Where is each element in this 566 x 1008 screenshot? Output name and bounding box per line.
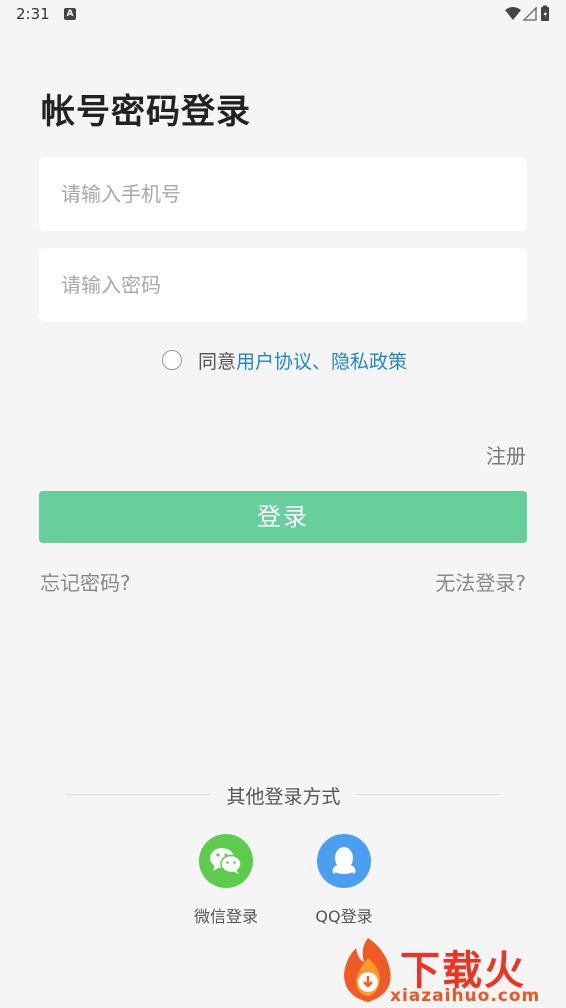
agreement-row: 同意 用户协议 、 隐私政策: [162, 347, 407, 373]
user-agreement-link[interactable]: 用户协议: [236, 347, 312, 374]
status-time: 2:31: [16, 5, 50, 23]
qq-login-label: QQ登录: [315, 907, 373, 926]
phone-input[interactable]: [39, 157, 527, 231]
phone-field[interactable]: [39, 157, 527, 231]
battery-icon: [541, 5, 549, 21]
forgot-password-link[interactable]: 忘记密码?: [40, 567, 131, 596]
wechat-icon[interactable]: [199, 834, 253, 888]
wechat-login-button[interactable]: 微信登录: [176, 834, 276, 927]
other-login-title: 其他登录方式: [226, 786, 341, 808]
agreement-separator: 、: [312, 350, 332, 373]
qq-icon[interactable]: [317, 834, 371, 888]
register-link[interactable]: 注册: [486, 440, 526, 469]
signal-icon: [522, 6, 537, 21]
status-icons: [504, 5, 552, 23]
privacy-policy-link[interactable]: 隐私政策: [331, 347, 407, 374]
divider-right: [356, 794, 500, 795]
password-input[interactable]: [39, 248, 527, 322]
watermark-domain: xiazaihuo.com: [390, 986, 541, 1006]
divider-left: [66, 794, 211, 795]
wifi-icon: [505, 7, 521, 20]
watermark-logo: 下载火 xiazaihuo.com: [334, 934, 566, 1008]
a-notification-icon: A: [64, 8, 76, 20]
wechat-login-label: 微信登录: [193, 907, 258, 926]
qq-login-button[interactable]: QQ登录: [294, 834, 394, 927]
status-bar: 2:31 A: [0, 0, 566, 28]
page-title: 帐号密码登录: [41, 92, 251, 132]
login-button[interactable]: 登录: [39, 491, 527, 543]
cannot-login-link[interactable]: 无法登录?: [435, 567, 526, 596]
password-field[interactable]: [39, 248, 527, 322]
agreement-prefix: 同意: [198, 350, 237, 373]
agreement-checkbox[interactable]: [162, 350, 182, 370]
